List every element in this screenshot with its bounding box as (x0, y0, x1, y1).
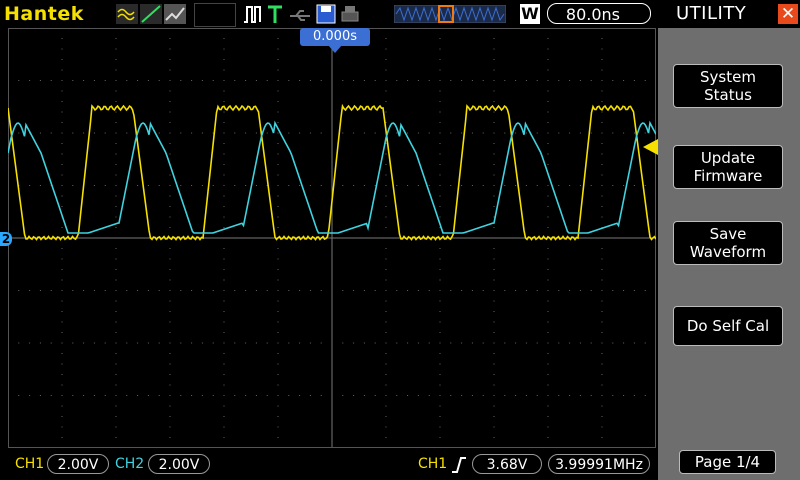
menu-label: Firmware (693, 167, 763, 185)
ch1-label: CH1 (15, 456, 45, 472)
do-self-cal-button[interactable]: Do Self Cal (673, 306, 783, 346)
trigger-position-arrow-icon (328, 45, 342, 53)
trigger-position-marker[interactable]: 0.000s (300, 28, 370, 46)
window-badge: W (520, 4, 540, 24)
update-firmware-button[interactable]: Update Firmware (673, 145, 783, 189)
menu-label: Save (709, 225, 747, 243)
timebase-readout[interactable]: 80.0ns (547, 3, 651, 24)
brand-logo: Hantek (4, 3, 84, 25)
ch1-scale[interactable]: 2.00V (47, 454, 109, 474)
printer-icon[interactable] (340, 4, 360, 24)
status-slot (194, 3, 236, 27)
menu-label: Status (704, 86, 752, 104)
scope-display[interactable] (8, 28, 656, 448)
menu-label: Do Self Cal (686, 317, 770, 335)
page-indicator-button[interactable]: Page 1/4 (679, 450, 776, 474)
panel-title: UTILITY (676, 3, 747, 24)
menu-label: Update (700, 149, 756, 167)
waveform-mode-icons[interactable] (116, 4, 188, 24)
ch2-ground-marker[interactable]: 2 (0, 232, 12, 246)
trigger-T-icon (268, 5, 282, 23)
ch2-scale[interactable]: 2.00V (148, 454, 210, 474)
close-icon[interactable]: ✕ (778, 4, 798, 24)
usb-icon (290, 10, 310, 21)
save-disk-icon[interactable] (316, 4, 336, 24)
trigger-level[interactable]: 3.68V (472, 454, 542, 474)
ch2-label: CH2 (115, 456, 145, 472)
rising-edge-icon (452, 457, 466, 473)
save-waveform-button[interactable]: Save Waveform (673, 221, 783, 265)
menu-label: Waveform (689, 243, 767, 261)
trigger-pulse-icon (244, 6, 261, 23)
trigger-level-arrow-icon[interactable] (643, 139, 658, 155)
menu-label: System (700, 68, 756, 86)
memory-depth-icon (394, 5, 506, 23)
frequency-readout: 3.99991MHz (548, 454, 650, 474)
trigger-source-label: CH1 (418, 456, 448, 472)
timebase-value: 80.0ns (565, 5, 620, 24)
system-status-button[interactable]: System Status (673, 64, 783, 108)
